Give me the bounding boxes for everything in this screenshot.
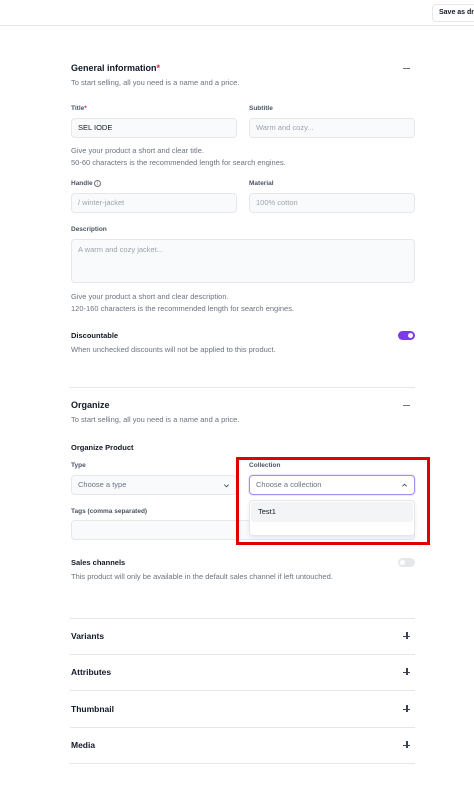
organize-title: Organize — [71, 400, 110, 410]
accordion-attributes-title[interactable]: Attributes — [71, 667, 111, 677]
top-bar: Save as draft — [0, 0, 474, 26]
title-label: Title* — [71, 105, 87, 112]
description-hint-line-1: Give your product a short and clear desc… — [71, 292, 229, 301]
title-hint: Give your product a short and clear titl… — [71, 145, 286, 168]
type-select-value: Choose a type — [78, 480, 127, 489]
subtitle-input[interactable]: Warm and cozy... — [249, 118, 415, 138]
title-input[interactable]: SEL IODE — [71, 118, 237, 138]
material-input[interactable]: 100% cotton — [249, 193, 415, 213]
general-information-heading: General information* — [71, 63, 160, 73]
section-divider — [70, 690, 415, 691]
section-divider — [70, 618, 415, 619]
type-label: Type — [71, 462, 86, 469]
tags-label: Tags (comma separated) — [71, 508, 148, 515]
title-label-text: Title — [71, 105, 85, 112]
section-divider — [70, 763, 415, 764]
section-divider — [70, 654, 415, 655]
description-textarea[interactable]: A warm and cozy jacket... — [71, 239, 415, 283]
save-as-draft-button[interactable]: Save as draft — [432, 4, 474, 22]
description-hint: Give your product a short and clear desc… — [71, 291, 294, 314]
section-divider — [70, 727, 415, 728]
discountable-toggle[interactable] — [398, 331, 415, 340]
sales-channels-hint: This product will only be available in t… — [71, 572, 333, 581]
required-mark: * — [156, 63, 161, 73]
expand-attributes-icon[interactable] — [402, 667, 412, 677]
info-icon[interactable]: i — [94, 180, 101, 187]
discountable-hint: When unchecked discounts will not be app… — [71, 345, 276, 354]
chevron-down-icon — [224, 484, 229, 488]
expand-thumbnail-icon[interactable] — [402, 704, 412, 714]
sales-channels-toggle[interactable] — [398, 558, 415, 567]
general-subtitle: To start selling, all you need is a name… — [71, 78, 240, 87]
organize-subtitle: To start selling, all you need is a name… — [71, 415, 240, 424]
collapse-organize-icon[interactable] — [402, 400, 412, 410]
title-required-mark: * — [84, 105, 87, 112]
organize-product-heading: Organize Product — [71, 443, 134, 452]
handle-input[interactable]: / winter-jacket — [71, 193, 237, 213]
type-select[interactable]: Choose a type — [71, 475, 237, 495]
general-information-title: General information — [71, 63, 157, 73]
title-hint-line-2: 50-60 characters is the recommended leng… — [71, 157, 286, 167]
discountable-label: Discountable — [71, 331, 119, 340]
expand-media-icon[interactable] — [402, 740, 412, 750]
toggle-knob — [400, 560, 405, 565]
title-hint-line-1: Give your product a short and clear titl… — [71, 146, 204, 155]
description-label: Description — [71, 226, 107, 233]
description-hint-line-2: 120-160 characters is the recommended le… — [71, 303, 295, 313]
accordion-media-title[interactable]: Media — [71, 740, 95, 750]
material-label: Material — [249, 180, 274, 187]
section-divider — [70, 387, 415, 388]
subtitle-label: Subtitle — [249, 105, 273, 112]
expand-variants-icon[interactable] — [402, 631, 412, 641]
sales-channels-label: Sales channels — [71, 558, 126, 567]
accordion-variants-title[interactable]: Variants — [71, 631, 104, 641]
highlight-box — [236, 457, 430, 545]
toggle-knob — [408, 333, 413, 338]
collapse-general-icon[interactable] — [402, 63, 412, 73]
accordion-thumbnail-title[interactable]: Thumbnail — [71, 704, 114, 714]
handle-label: Handle — [71, 180, 93, 187]
